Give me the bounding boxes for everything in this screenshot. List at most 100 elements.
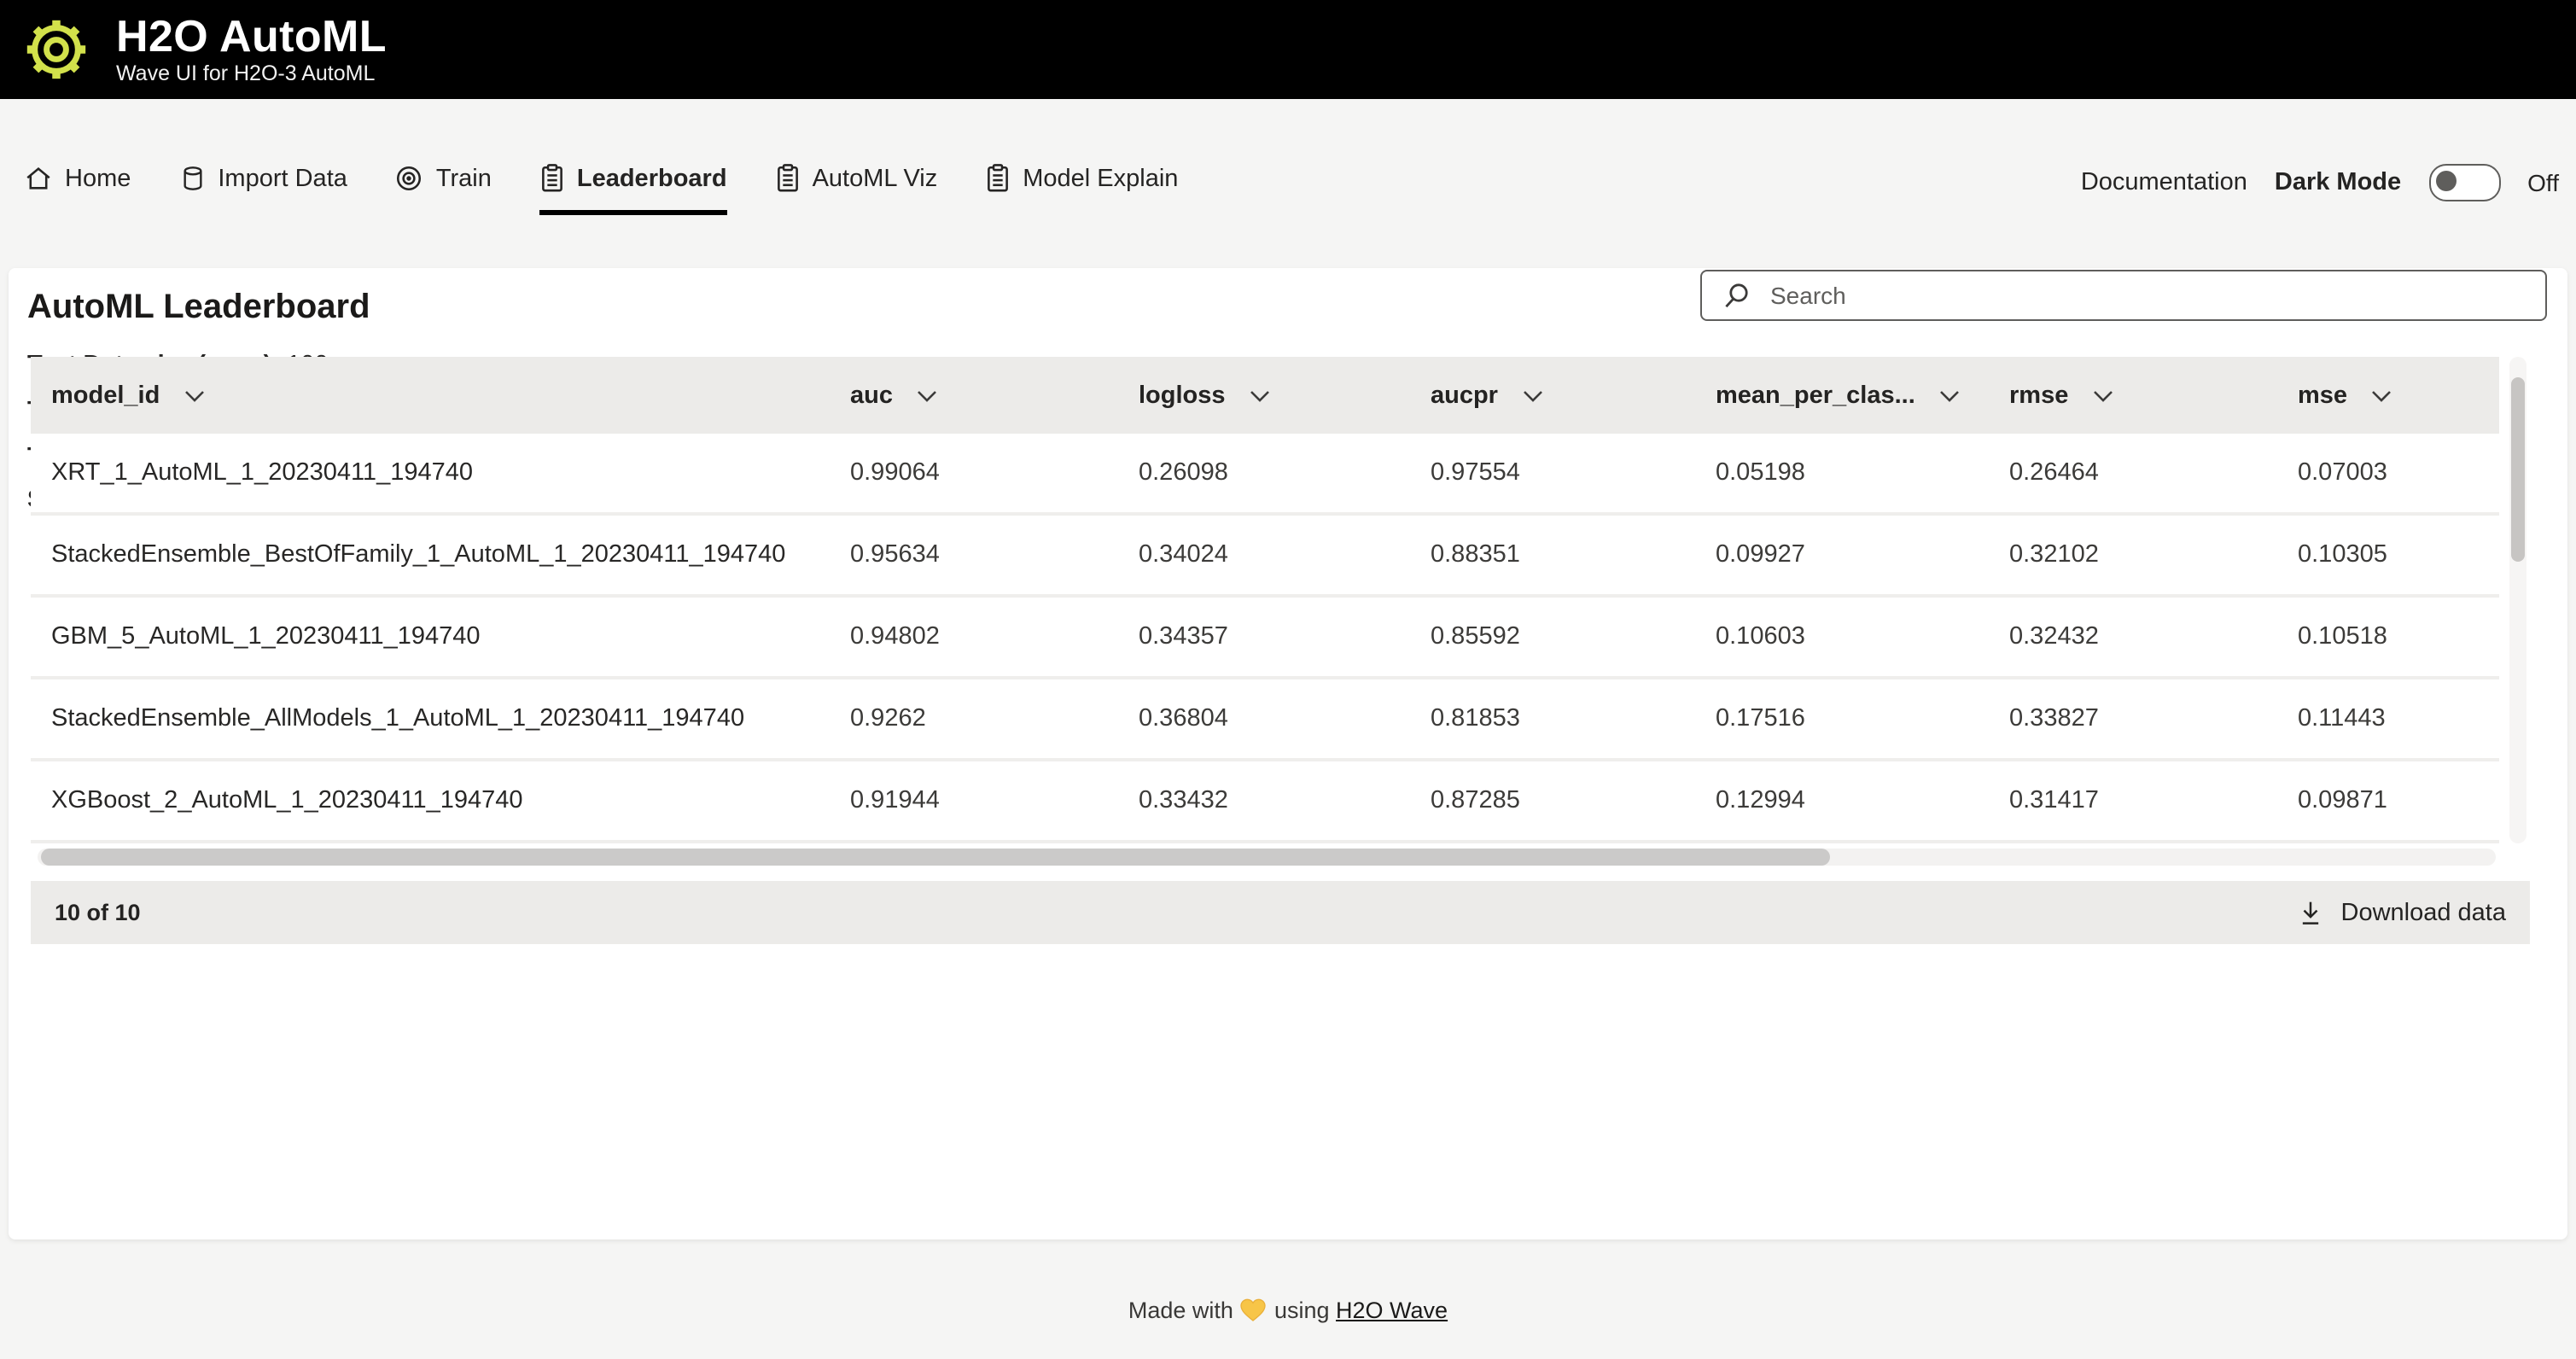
cell-aucpr: 0.88351 — [1431, 541, 1716, 569]
table-row[interactable]: XRT_1_AutoML_1_20230411_194740 0.99064 0… — [31, 434, 2499, 516]
search-icon — [1722, 282, 1750, 309]
app-subtitle: Wave UI for H2O-3 AutoML — [116, 61, 387, 87]
clipboard-icon — [539, 164, 565, 193]
chevron-down-icon[interactable] — [1250, 388, 1270, 402]
cell-model-id: StackedEnsemble_AllModels_1_AutoML_1_202… — [31, 705, 850, 732]
column-header-aucpr[interactable]: aucpr — [1431, 382, 1716, 409]
dark-mode-label: Dark Mode — [2275, 169, 2401, 196]
nav-label: Train — [436, 165, 492, 192]
cell-mse: 0.07003 — [2298, 459, 2499, 487]
app-title-block: H2O AutoML Wave UI for H2O-3 AutoML — [116, 12, 387, 87]
cell-rmse: 0.32102 — [2009, 541, 2298, 569]
row-count: 10 of 10 — [55, 900, 141, 925]
table-footer: 10 of 10 Download data — [31, 881, 2530, 944]
cell-mean-per-class: 0.09927 — [1716, 541, 2009, 569]
download-icon — [2299, 899, 2324, 926]
app: H2O AutoML Wave UI for H2O-3 AutoML Home… — [0, 0, 2576, 1359]
download-label: Download data — [2341, 899, 2507, 926]
column-header-logloss[interactable]: logloss — [1139, 382, 1431, 409]
download-button[interactable]: Download data — [2299, 899, 2507, 926]
vertical-scrollbar-thumb[interactable] — [2511, 377, 2525, 562]
gear-icon — [24, 17, 89, 82]
main-nav: Home Import Data Train — [24, 150, 1178, 215]
chevron-down-icon[interactable] — [917, 388, 937, 402]
cell-rmse: 0.32432 — [2009, 623, 2298, 650]
target-icon — [395, 164, 424, 193]
cell-model-id: StackedEnsemble_BestOfFamily_1_AutoML_1_… — [31, 541, 850, 569]
chevron-down-icon[interactable] — [1522, 388, 1542, 402]
table-header: model_id auc logloss aucpr mean_per_clas… — [31, 357, 2499, 434]
cell-model-id: XGBoost_2_AutoML_1_20230411_194740 — [31, 787, 850, 814]
vertical-scrollbar[interactable] — [2509, 357, 2526, 843]
cell-mse: 0.10518 — [2298, 623, 2499, 650]
dark-mode-toggle[interactable] — [2428, 164, 2500, 201]
cell-auc: 0.9262 — [850, 705, 1139, 732]
documentation-link[interactable]: Documentation — [2081, 169, 2247, 196]
column-label: model_id — [51, 382, 160, 409]
column-header-mse[interactable]: mse — [2298, 382, 2499, 409]
horizontal-scrollbar-thumb[interactable] — [41, 849, 1830, 866]
cell-mean-per-class: 0.05198 — [1716, 459, 2009, 487]
cell-aucpr: 0.85592 — [1431, 623, 1716, 650]
chevron-down-icon[interactable] — [184, 388, 204, 402]
nav-item-automl-viz[interactable]: AutoML Viz — [775, 150, 938, 215]
cell-logloss: 0.34357 — [1139, 623, 1431, 650]
table-row[interactable]: GBM_5_AutoML_1_20230411_194740 0.94802 0… — [31, 598, 2499, 680]
chevron-down-icon[interactable] — [2092, 388, 2113, 402]
cell-mse: 0.11443 — [2298, 705, 2499, 732]
column-label: auc — [850, 382, 893, 409]
clipboard-icon — [985, 164, 1011, 193]
cell-rmse: 0.26464 — [2009, 459, 2298, 487]
column-label: rmse — [2009, 382, 2068, 409]
cell-logloss: 0.26098 — [1139, 459, 1431, 487]
column-label: mean_per_clas... — [1716, 382, 1915, 409]
horizontal-scrollbar[interactable] — [38, 849, 2496, 866]
cell-mean-per-class: 0.17516 — [1716, 705, 2009, 732]
cell-logloss: 0.33432 — [1139, 787, 1431, 814]
cell-aucpr: 0.87285 — [1431, 787, 1716, 814]
database-icon — [178, 164, 206, 193]
clipboard-icon — [775, 164, 801, 193]
nav-label: Home — [65, 165, 131, 192]
cell-mse: 0.09871 — [2298, 787, 2499, 814]
nav-label: Leaderboard — [577, 165, 727, 192]
table-row[interactable]: XGBoost_2_AutoML_1_20230411_194740 0.919… — [31, 761, 2499, 843]
footer-text-prefix: Made with — [1128, 1298, 1233, 1323]
chevron-down-icon[interactable] — [2371, 388, 2392, 402]
cell-auc: 0.91944 — [850, 787, 1139, 814]
nav-item-model-explain[interactable]: Model Explain — [985, 150, 1178, 215]
heart-icon — [1240, 1298, 1268, 1323]
nav-item-leaderboard[interactable]: Leaderboard — [539, 150, 727, 215]
cell-auc: 0.94802 — [850, 623, 1139, 650]
nav-label: Import Data — [218, 165, 347, 192]
search-box[interactable] — [1700, 270, 2547, 321]
cell-mse: 0.10305 — [2298, 541, 2499, 569]
table-row[interactable]: StackedEnsemble_BestOfFamily_1_AutoML_1_… — [31, 516, 2499, 598]
wave-link[interactable]: H2O Wave — [1336, 1298, 1448, 1323]
cell-auc: 0.99064 — [850, 459, 1139, 487]
page-title: AutoML Leaderboard — [27, 289, 370, 328]
app-header: H2O AutoML Wave UI for H2O-3 AutoML — [0, 0, 2576, 99]
toggle-state-label: Off — [2527, 169, 2559, 196]
nav-label: AutoML Viz — [813, 165, 938, 192]
nav-item-import-data[interactable]: Import Data — [178, 150, 347, 215]
nav-item-home[interactable]: Home — [24, 150, 131, 215]
column-label: mse — [2298, 382, 2347, 409]
column-header-mean-per-class[interactable]: mean_per_clas... — [1716, 382, 2009, 409]
column-header-rmse[interactable]: rmse — [2009, 382, 2298, 409]
footer-text-middle: using — [1274, 1298, 1330, 1323]
cell-mean-per-class: 0.12994 — [1716, 787, 2009, 814]
chevron-down-icon[interactable] — [1939, 388, 1960, 402]
app-title: H2O AutoML — [116, 12, 387, 60]
cell-rmse: 0.33827 — [2009, 705, 2298, 732]
nav-item-train[interactable]: Train — [395, 150, 492, 215]
nav-label: Model Explain — [1023, 165, 1178, 192]
search-input[interactable] — [1767, 280, 2532, 311]
column-header-model-id[interactable]: model_id — [31, 382, 850, 409]
table-row[interactable]: StackedEnsemble_AllModels_1_AutoML_1_202… — [31, 680, 2499, 761]
nav-right-cluster: Documentation Dark Mode Off — [2081, 150, 2559, 215]
cell-rmse: 0.31417 — [2009, 787, 2298, 814]
home-icon — [24, 164, 53, 193]
column-header-auc[interactable]: auc — [850, 382, 1139, 409]
page-footer: Made with using H2O Wave — [0, 1298, 2576, 1323]
